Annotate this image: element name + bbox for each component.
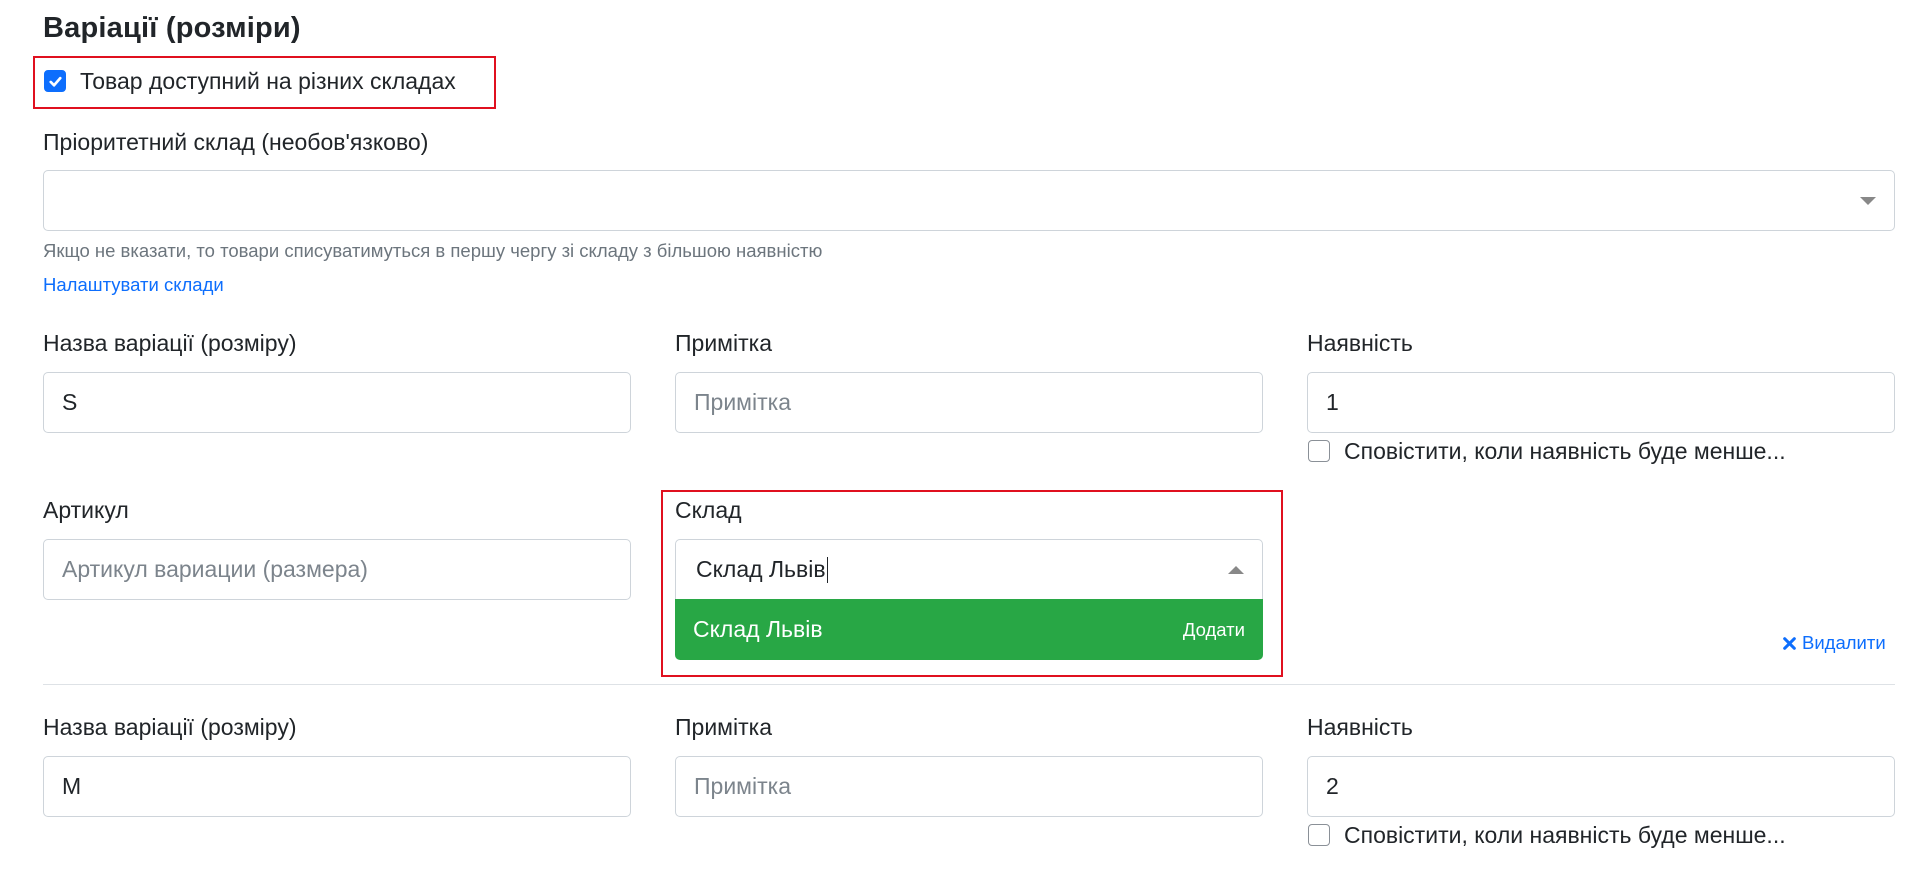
- note-input[interactable]: Примітка: [675, 372, 1263, 433]
- multi-warehouse-checkbox[interactable]: [44, 70, 66, 92]
- multi-warehouse-label[interactable]: Товар доступний на різних складах: [80, 68, 456, 95]
- stock-label-2: Наявність: [1307, 714, 1413, 740]
- text-cursor: [826, 557, 829, 584]
- warehouse-option-label: Склад Львів: [693, 616, 823, 642]
- stock-input[interactable]: 1: [1307, 372, 1895, 433]
- variation-name-input-2[interactable]: M: [43, 756, 631, 817]
- priority-warehouse-select[interactable]: [43, 170, 1895, 231]
- note-placeholder-2: Примітка: [694, 773, 791, 799]
- variation-divider: [43, 684, 1895, 685]
- warehouse-label: Склад: [675, 497, 742, 523]
- chevron-up-icon: [1228, 565, 1244, 574]
- stock-input-2[interactable]: 2: [1307, 756, 1895, 817]
- note-label-2: Примітка: [675, 714, 772, 740]
- chevron-down-icon: [1860, 196, 1876, 205]
- configure-warehouses-link[interactable]: Налаштувати склади: [43, 274, 224, 296]
- sku-input[interactable]: Артикул вариации (размера): [43, 539, 631, 600]
- stock-value: 1: [1326, 389, 1339, 415]
- sku-label: Артикул: [43, 497, 129, 523]
- priority-warehouse-label: Пріоритетний склад (необов'язково): [43, 129, 429, 155]
- variation-name-input[interactable]: S: [43, 372, 631, 433]
- warehouse-search-value: Склад Львів: [696, 555, 826, 582]
- notify-low-stock-label-2[interactable]: Сповістити, коли наявність буде менше...: [1344, 822, 1786, 849]
- note-input-2[interactable]: Примітка: [675, 756, 1263, 817]
- notify-low-stock-checkbox[interactable]: [1308, 440, 1330, 462]
- sku-placeholder: Артикул вариации (размера): [62, 556, 368, 582]
- variation-name-value-2: M: [62, 773, 82, 799]
- section-title: Варіації (розміри): [43, 12, 301, 44]
- stock-value-2: 2: [1326, 773, 1339, 799]
- close-icon: [1783, 636, 1796, 650]
- add-option-hint: Додати: [1182, 618, 1245, 640]
- warehouse-search-input[interactable]: Склад Львів: [675, 539, 1263, 600]
- variation-name-value: S: [62, 389, 78, 415]
- delete-variation-label: Видалити: [1802, 632, 1886, 653]
- notify-low-stock-checkbox-2[interactable]: [1308, 824, 1330, 846]
- check-icon: [48, 76, 62, 87]
- priority-warehouse-help: Якщо не вказати, то товари списуватимуть…: [43, 240, 823, 261]
- delete-variation-button[interactable]: Видалити: [1782, 632, 1886, 654]
- warehouse-dropdown-option[interactable]: Склад Львів Додати: [675, 599, 1263, 660]
- notify-low-stock-label[interactable]: Сповістити, коли наявність буде менше...: [1344, 438, 1786, 465]
- note-label: Примітка: [675, 330, 772, 356]
- stock-label: Наявність: [1307, 330, 1413, 356]
- note-placeholder: Примітка: [694, 389, 791, 415]
- variation-name-label: Назва варіації (розміру): [43, 330, 297, 356]
- variation-name-label-2: Назва варіації (розміру): [43, 714, 297, 740]
